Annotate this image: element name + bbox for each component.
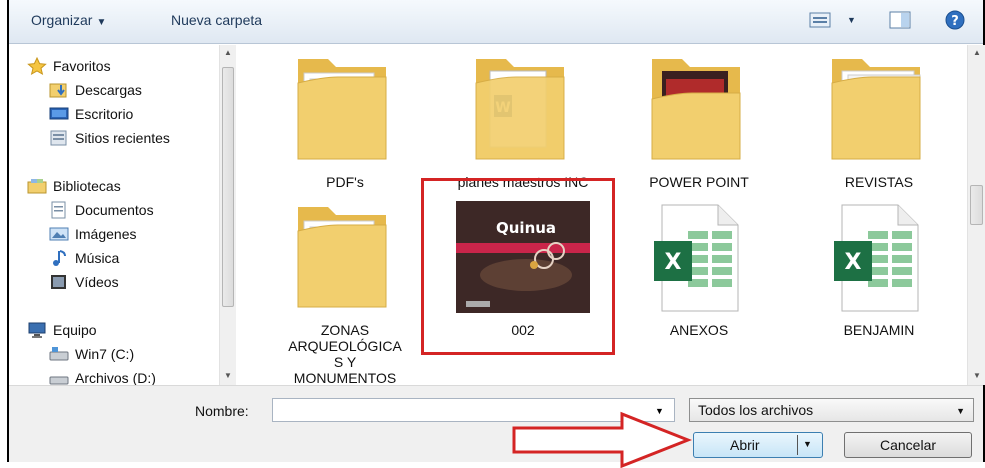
preview-pane-icon[interactable] [889, 11, 911, 29]
nav-bibliotecas-label: Bibliotecas [53, 178, 121, 194]
drive-icon [49, 347, 69, 361]
nav-item-documentos[interactable]: Documentos [49, 199, 154, 221]
scrollbar-thumb[interactable] [970, 185, 983, 225]
dialog-footer: Nombre: ▼ Todos los archivos ▼ Abrir ▼ C… [9, 385, 983, 462]
folder-icon [651, 59, 741, 160]
computer-icon [28, 322, 46, 338]
svg-text:X: X [665, 250, 682, 275]
file-name-label: Nombre: [195, 403, 249, 419]
file-name: PDF's [326, 174, 364, 190]
music-icon [53, 250, 66, 266]
navigation-scrollbar[interactable]: ▲ ▼ [219, 45, 236, 385]
nav-item-win7[interactable]: Win7 (C:) [49, 343, 134, 365]
file-name-line: ZONAS [320, 322, 370, 338]
scrollbar-thumb[interactable] [222, 67, 234, 307]
nav-item-label: Archivos (D:) [75, 370, 156, 385]
navigation-pane: Favoritos Descargas Escritorio Sitios re… [9, 45, 247, 385]
toolbar: Organizar ▼ Nueva carpeta ▼ ? [9, 0, 983, 44]
nav-item-imagenes[interactable]: Imágenes [49, 223, 136, 245]
scroll-up-icon[interactable]: ▲ [224, 48, 232, 57]
svg-text:X: X [845, 250, 862, 275]
help-icon[interactable]: ? [945, 10, 965, 30]
excel-file-icon: X [654, 204, 739, 312]
folder-icon [297, 59, 387, 160]
file-type-value: Todos los archivos [698, 402, 814, 418]
file-name: ANEXOS [669, 322, 729, 338]
nav-equipo-label: Equipo [53, 322, 97, 338]
folder-power-point[interactable]: POWER POINT [629, 49, 769, 190]
open-file-dialog: Organizar ▼ Nueva carpeta ▼ ? Favoritos D… [7, 0, 985, 462]
scroll-down-icon[interactable]: ▼ [973, 371, 981, 380]
nav-favorites-label: Favoritos [53, 58, 111, 74]
file-name: BENJAMIN [843, 322, 915, 338]
scroll-down-icon[interactable]: ▼ [224, 371, 232, 380]
cancel-button[interactable]: Cancelar [844, 432, 972, 458]
libraries-icon [27, 179, 47, 194]
nav-item-sitios-recientes[interactable]: Sitios recientes [49, 127, 170, 149]
folder-revistas[interactable]: REVISTAS [809, 49, 949, 190]
selection-highlight-box [421, 178, 615, 355]
videos-icon [51, 275, 66, 289]
folder-icon [831, 59, 921, 160]
star-icon [27, 57, 47, 75]
folder-pdfs[interactable]: PDF's [275, 49, 415, 190]
nav-item-escritorio[interactable]: Escritorio [49, 103, 133, 125]
nav-item-videos[interactable]: Vídeos [49, 271, 119, 293]
nav-item-label: Documentos [75, 202, 154, 218]
nav-item-label: Win7 (C:) [75, 346, 135, 362]
organize-button[interactable]: Organizar ▼ [31, 12, 106, 28]
documents-icon [51, 201, 66, 219]
nav-item-descargas[interactable]: Descargas [49, 79, 142, 101]
nav-favorites[interactable]: Favoritos [27, 55, 111, 77]
nav-item-label: Música [75, 250, 120, 266]
nav-item-label: Vídeos [75, 274, 119, 290]
folder-icon [297, 207, 387, 308]
nav-item-label: Escritorio [75, 106, 134, 122]
nav-item-label: Imágenes [75, 226, 137, 242]
nav-item-archivos[interactable]: Archivos (D:) [49, 367, 156, 385]
new-folder-button[interactable]: Nueva carpeta [171, 12, 262, 28]
file-name: ZONAS ARQUEOLÓGICA S Y MONUMENTOS [275, 322, 415, 385]
drive-icon [49, 376, 69, 385]
nav-bibliotecas[interactable]: Bibliotecas [27, 175, 121, 197]
organize-label: Organizar [31, 12, 93, 28]
recent-places-icon [50, 130, 67, 146]
nav-item-label: Descargas [75, 82, 142, 98]
chevron-down-icon: ▼ [956, 406, 965, 416]
excel-file-icon: X [834, 204, 919, 312]
scroll-up-icon[interactable]: ▲ [973, 48, 981, 57]
desktop-icon [49, 107, 69, 120]
file-name-line: S Y [333, 354, 357, 370]
nav-equipo[interactable]: Equipo [27, 319, 97, 341]
downloads-icon [49, 83, 67, 98]
file-name: REVISTAS [844, 174, 914, 190]
open-button-divider [797, 435, 798, 455]
file-name-line: MONUMENTOS [293, 370, 397, 385]
nav-item-musica[interactable]: Música [49, 247, 119, 269]
folder-planes-maestros[interactable]: W planes maestros INC [453, 49, 593, 190]
folder-icon: W [475, 59, 565, 160]
file-name-line: ARQUEOLÓGICA [288, 338, 402, 354]
view-options-chevron-icon[interactable]: ▼ [847, 15, 856, 25]
nav-item-label: Sitios recientes [75, 130, 170, 146]
file-benjamin[interactable]: X BENJAMIN [809, 197, 949, 338]
folder-zonas-arqueologicas[interactable]: ZONAS ARQUEOLÓGICA S Y MONUMENTOS [275, 197, 415, 385]
annotation-arrow-icon [512, 411, 692, 468]
open-button-label: Abrir [730, 437, 760, 453]
file-list-scrollbar[interactable]: ▲ ▼ [967, 45, 985, 385]
pictures-icon [49, 227, 69, 241]
open-options-chevron-icon[interactable]: ▼ [803, 439, 812, 449]
file-anexos[interactable]: X ANEXOS [629, 197, 769, 338]
svg-text:?: ? [951, 14, 959, 29]
file-type-select[interactable]: Todos los archivos ▼ [689, 398, 974, 422]
file-name: POWER POINT [649, 174, 749, 190]
chevron-down-icon: ▼ [96, 17, 107, 28]
change-view-icon[interactable] [809, 11, 831, 29]
